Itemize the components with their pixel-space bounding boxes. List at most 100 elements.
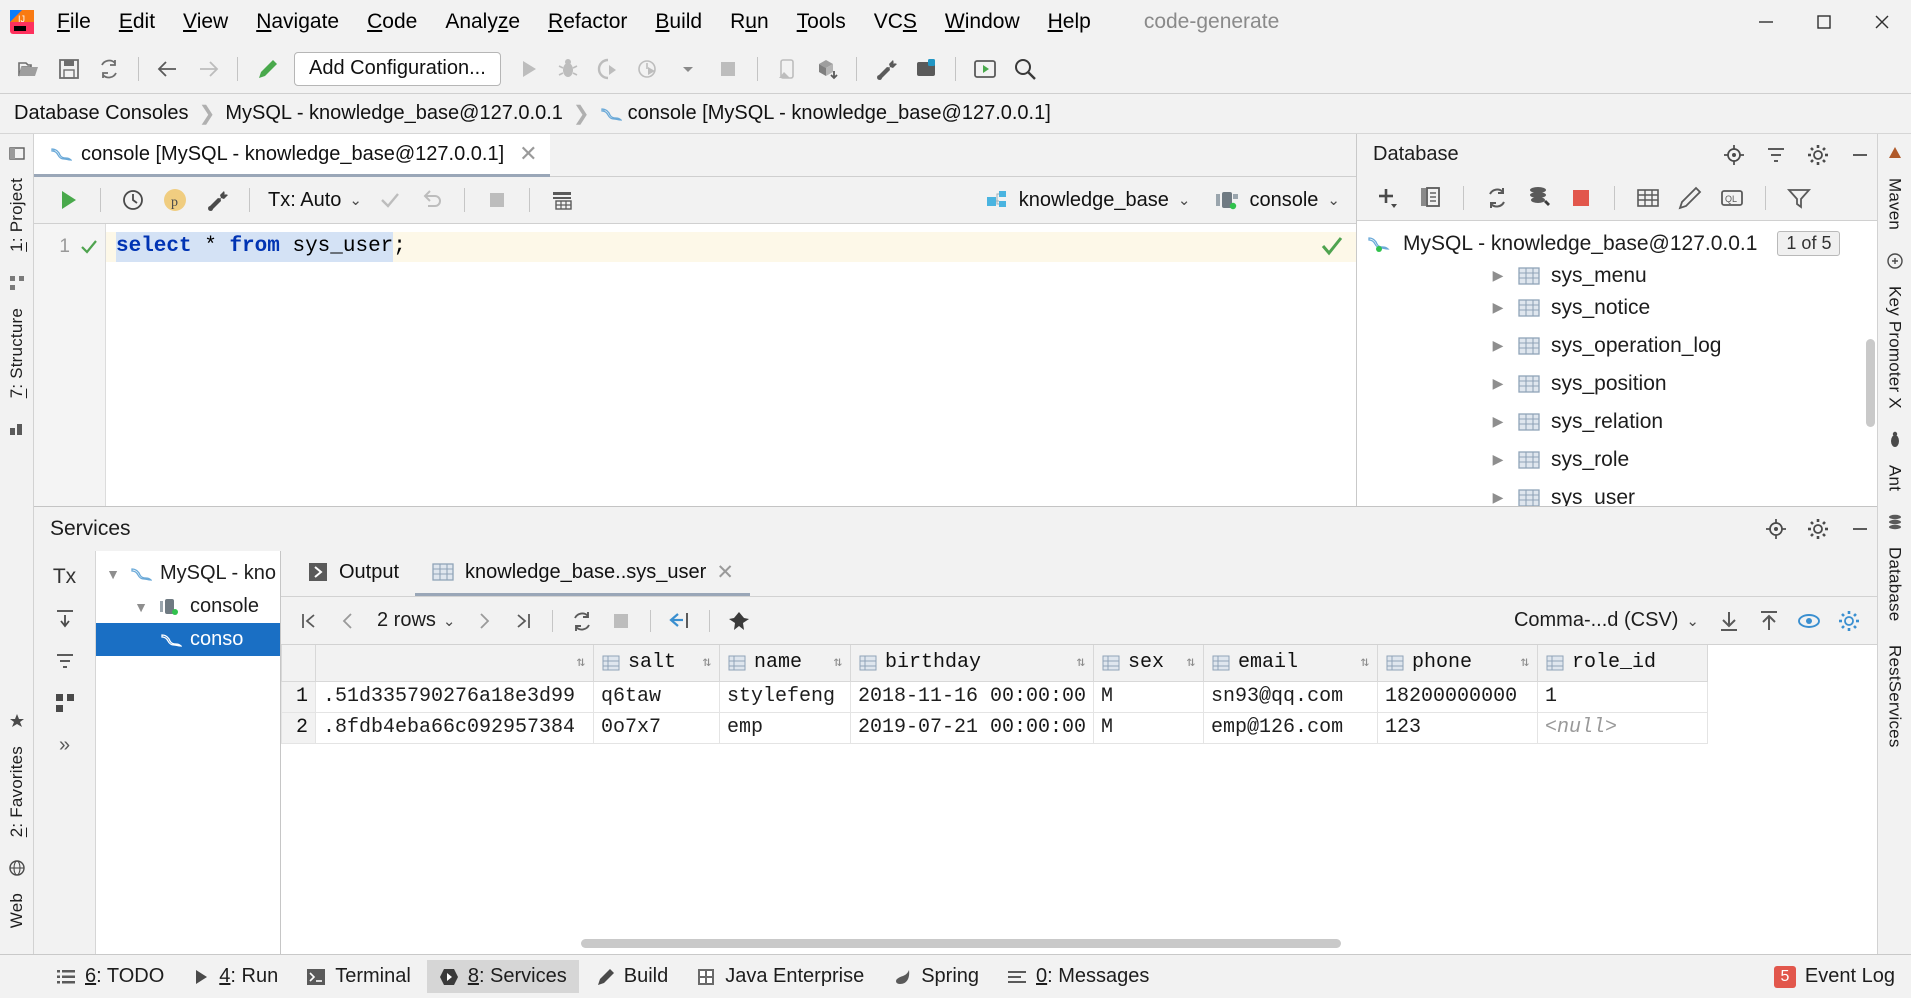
sort-arrows-icon-1[interactable]: ⇅ bbox=[703, 656, 711, 670]
services-tree-row-console-session[interactable]: conso bbox=[96, 623, 280, 656]
debug-icon[interactable] bbox=[549, 50, 587, 88]
sort-arrows-icon-3[interactable]: ⇅ bbox=[1077, 656, 1085, 670]
menu-analyze[interactable]: Analyze bbox=[432, 5, 533, 38]
cell-salt[interactable]: q6taw bbox=[593, 680, 720, 713]
column-header-email[interactable]: email ⇅ bbox=[1203, 645, 1379, 682]
settings-gear-icon-services[interactable] bbox=[1801, 512, 1835, 546]
table-row-sys_relation[interactable]: ▶ sys_relation bbox=[1357, 403, 1877, 441]
menu-run[interactable]: Run bbox=[717, 5, 782, 38]
code-line-1[interactable]: select * from sys_user; bbox=[106, 232, 1356, 262]
export-format-selector[interactable]: Comma-...d (CSV) ⌄ bbox=[1506, 609, 1707, 632]
data-source-properties-icon[interactable] bbox=[1520, 179, 1558, 217]
sidebar-item-project[interactable]: 1: Project bbox=[7, 166, 27, 264]
result-grid[interactable]: ⇅ salt ⇅ name ⇅ birthday ⇅ sex ⇅ email ⇅… bbox=[281, 645, 1877, 954]
maximize-button[interactable] bbox=[1795, 0, 1853, 44]
pin-icon[interactable] bbox=[721, 603, 757, 639]
breadcrumb-item-1[interactable]: MySQL - knowledge_base@127.0.0.1 bbox=[225, 102, 563, 125]
code-area[interactable]: select * from sys_user; bbox=[106, 224, 1356, 506]
menu-vcs[interactable]: VCS bbox=[861, 5, 930, 38]
locate-icon-services[interactable] bbox=[1759, 512, 1793, 546]
tx-mode-selector[interactable]: Tx: Auto ⌄ bbox=[262, 189, 368, 212]
execute-icon[interactable] bbox=[48, 181, 88, 219]
settings-gear-icon-result[interactable] bbox=[1831, 603, 1867, 639]
modify-icon[interactable] bbox=[1671, 179, 1709, 217]
sidebar-item-web[interactable]: Web bbox=[7, 881, 27, 940]
sidebar-item-favorites[interactable]: 2: Favorites bbox=[7, 734, 27, 849]
next-page-icon[interactable] bbox=[466, 603, 502, 639]
upload-icon[interactable] bbox=[1751, 603, 1787, 639]
stop-icon-result[interactable] bbox=[603, 603, 639, 639]
cell-phone[interactable]: 18200000000 bbox=[1377, 680, 1539, 713]
chevron-right-icon[interactable]: ▶ bbox=[1489, 267, 1507, 284]
database-tree-scrollbar[interactable] bbox=[1866, 338, 1875, 427]
menu-file[interactable]: File bbox=[44, 5, 104, 38]
cell-name[interactable]: stylefeng bbox=[719, 680, 851, 713]
chevron-down-icon-tree-2[interactable]: ▼ bbox=[132, 599, 150, 615]
settings-gear-icon[interactable] bbox=[1801, 138, 1835, 172]
save-icon[interactable] bbox=[50, 50, 88, 88]
menu-tools[interactable]: Tools bbox=[784, 5, 859, 38]
chevron-right-icon-1[interactable]: ▶ bbox=[1489, 299, 1507, 316]
cell-email[interactable]: sn93@qq.com bbox=[1203, 680, 1379, 713]
menu-build[interactable]: Build bbox=[642, 5, 715, 38]
editor-tab-close-icon[interactable]: ✕ bbox=[519, 141, 537, 167]
table-row-sys_notice[interactable]: ▶ sys_notice bbox=[1357, 289, 1877, 327]
cell-sex[interactable]: M bbox=[1093, 680, 1205, 713]
tx-label-button[interactable]: Tx bbox=[42, 557, 88, 597]
duplicate-icon[interactable] bbox=[1411, 179, 1449, 217]
download-icon[interactable] bbox=[1711, 603, 1747, 639]
stop-icon[interactable] bbox=[709, 50, 747, 88]
cell-birthday[interactable]: 2019-07-21 00:00:00 bbox=[849, 711, 1095, 744]
schema-selector[interactable]: knowledge_base ⌄ bbox=[978, 185, 1199, 216]
table-row[interactable]: 1 .51d335790276a18e3d99 q6taw stylefeng … bbox=[281, 680, 1709, 713]
transpose-icon[interactable] bbox=[662, 603, 698, 639]
status-item-build[interactable]: Build bbox=[583, 960, 680, 993]
chevron-right-icon-6[interactable]: ▶ bbox=[1489, 489, 1507, 506]
view-options-icon[interactable] bbox=[1791, 603, 1827, 639]
sort-arrows-icon-0[interactable]: ⇅ bbox=[577, 656, 585, 670]
collapse-all-icon[interactable] bbox=[1759, 138, 1793, 172]
profile-dropdown-icon[interactable] bbox=[669, 50, 707, 88]
tab-output[interactable]: Output bbox=[291, 551, 415, 596]
tab-sys-user-result[interactable]: knowledge_base..sys_user ✕ bbox=[415, 551, 750, 596]
cell-salt[interactable]: 0o7x7 bbox=[593, 711, 720, 744]
last-page-icon[interactable] bbox=[505, 603, 541, 639]
sidebar-item-ant[interactable]: Ant bbox=[1885, 453, 1905, 503]
cell-email[interactable]: emp@126.com bbox=[1203, 711, 1379, 744]
cell-phone[interactable]: 123 bbox=[1377, 711, 1539, 744]
status-item-messages[interactable]: 0: Messages bbox=[995, 960, 1161, 993]
group-icon[interactable] bbox=[42, 683, 88, 723]
sort-arrows-icon-6[interactable]: ⇅ bbox=[1521, 656, 1529, 670]
forward-arrow-icon[interactable] bbox=[189, 50, 227, 88]
add-configuration-button[interactable]: Add Configuration... bbox=[294, 51, 501, 86]
cell-name[interactable]: emp bbox=[719, 711, 851, 744]
back-arrow-icon[interactable] bbox=[149, 50, 187, 88]
database-tree-root[interactable]: MySQL - knowledge_base@127.0.0.1 1 of 5 bbox=[1357, 225, 1877, 263]
wrench-icon[interactable] bbox=[867, 50, 905, 88]
menu-view[interactable]: View bbox=[170, 5, 241, 38]
rows-count-selector[interactable]: 2 rows ⌄ bbox=[369, 609, 463, 632]
menu-help[interactable]: Help bbox=[1035, 5, 1104, 38]
table-row[interactable]: 2 .8fdb4eba66c092957384 0o7x7 emp 2019-0… bbox=[281, 711, 1709, 744]
expand-all-icon[interactable] bbox=[42, 599, 88, 639]
table-row-sys_position[interactable]: ▶ sys_position bbox=[1357, 365, 1877, 403]
sidebar-item-structure[interactable]: 7: Structure bbox=[7, 296, 27, 410]
status-item-spring[interactable]: Spring bbox=[880, 960, 991, 993]
menu-window[interactable]: Window bbox=[932, 5, 1033, 38]
table-row-sys_user[interactable]: ▶ sys_user bbox=[1357, 479, 1877, 506]
column-header-sex[interactable]: sex ⇅ bbox=[1093, 645, 1205, 682]
status-item-run[interactable]: 4: Run bbox=[180, 960, 290, 993]
table-row-sys_role[interactable]: ▶ sys_role bbox=[1357, 441, 1877, 479]
jump-to-query-console-icon[interactable]: QL bbox=[1713, 179, 1751, 217]
cell-id[interactable]: .8fdb4eba66c092957384 bbox=[315, 711, 594, 744]
sidebar-item-database[interactable]: Database bbox=[1885, 535, 1905, 633]
column-header-role_id[interactable]: role_id bbox=[1537, 645, 1709, 682]
sdk-download-icon[interactable] bbox=[808, 50, 846, 88]
chevron-right-icon-5[interactable]: ▶ bbox=[1489, 451, 1507, 468]
cell-role_id[interactable]: 1 bbox=[1537, 680, 1709, 713]
profile-icon[interactable] bbox=[629, 50, 667, 88]
history-icon[interactable] bbox=[113, 181, 153, 219]
run-coverage-icon[interactable] bbox=[589, 50, 627, 88]
column-header-0[interactable]: ⇅ bbox=[315, 645, 594, 682]
wrench-icon-sql[interactable] bbox=[197, 181, 237, 219]
